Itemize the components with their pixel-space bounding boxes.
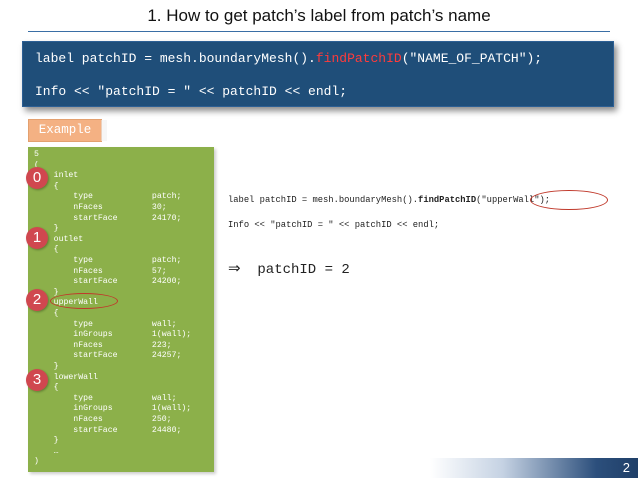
- boundary-file-line: nFaces 30;: [34, 203, 167, 212]
- upperwall-highlight-ellipse: [50, 293, 118, 309]
- boundary-file-line: type wall;: [34, 319, 177, 329]
- boundary-file-line: nFaces 223;: [34, 340, 172, 350]
- slide-title: 1. How to get patch’s label from patch’s…: [147, 6, 491, 25]
- boundary-file-line: 5: [34, 150, 39, 159]
- syntax-code-prefix: label patchID = mesh.boundaryMesh().: [35, 51, 316, 66]
- syntax-code-suffix: ("NAME_OF_PATCH");: [401, 51, 543, 66]
- boundary-file-line: …: [34, 446, 59, 456]
- syntax-code-box: label patchID = mesh.boundaryMesh().find…: [22, 41, 614, 107]
- patch-index-badge-3: 3: [26, 369, 48, 391]
- example-findpatchid: findPatchID: [418, 195, 477, 205]
- title-divider: [28, 31, 610, 32]
- example-code-prefix: label patchID = mesh.boundaryMesh().: [228, 195, 419, 205]
- result-text: patchID = 2: [257, 262, 350, 278]
- findpatchid-highlight: findPatchID: [315, 51, 402, 66]
- boundary-file-line: inGroups 1(wall);: [34, 330, 192, 340]
- boundary-file-line: }: [34, 436, 59, 446]
- boundary-file-line: ): [34, 457, 39, 467]
- example-code-line-2: Info << "patchID = " << patchID << endl;: [228, 220, 440, 230]
- boundary-file-line: inGroups 1(wall);: [34, 404, 192, 414]
- boundary-file-line: type wall;: [34, 393, 177, 403]
- result-line: ⇒ patchID = 2: [228, 259, 350, 278]
- patch-index-badge-0: 0: [26, 167, 48, 189]
- example-label: Example: [28, 119, 107, 142]
- syntax-code-line-1: label patchID = mesh.boundaryMesh().find…: [35, 51, 542, 66]
- boundary-file-line: startFace 24170;: [34, 213, 182, 223]
- patch-index-badge-2: 2: [26, 289, 48, 311]
- boundary-file-line: startFace 24257;: [34, 351, 182, 361]
- implies-arrow-icon: ⇒: [228, 259, 241, 277]
- footer-gradient-bar: [430, 458, 638, 478]
- upperwall-arg-highlight-ellipse: [530, 190, 608, 210]
- boundary-file-line: nFaces 250;: [34, 415, 172, 424]
- page-number: 2: [622, 460, 630, 475]
- boundary-file-line: type patch;: [34, 192, 182, 202]
- patch-index-badge-1: 1: [26, 227, 48, 249]
- boundary-file-line: type patch;: [34, 256, 182, 265]
- boundary-file-line: nFaces 57;: [34, 266, 167, 276]
- boundary-file-line: startFace 24200;: [34, 277, 182, 287]
- example-code-line-1: label patchID = mesh.boundaryMesh().find…: [228, 195, 550, 205]
- boundary-file-line: startFace 24480;: [34, 425, 182, 435]
- boundary-file-panel: 5( inlet { type patch; nFaces 30; startF…: [28, 147, 214, 472]
- syntax-code-line-2: Info << "patchID = " << patchID << endl;: [35, 84, 348, 99]
